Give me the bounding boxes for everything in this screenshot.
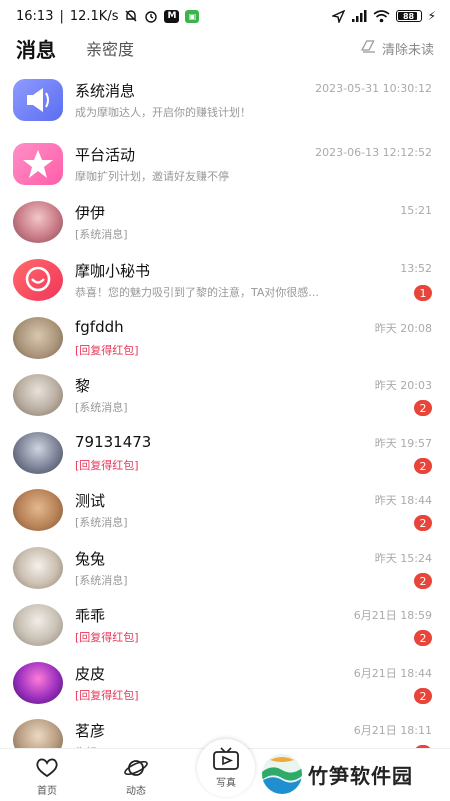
status-right: 88 ⚡: [331, 9, 436, 23]
clock: 16:13: [16, 8, 54, 24]
eraser-icon: [361, 39, 377, 57]
user-avatar: [13, 374, 63, 416]
nav-home-label: 首页: [37, 786, 57, 797]
conversation-time: 6月21日 18:59: [353, 609, 432, 622]
tv-play-icon: [213, 747, 239, 770]
nav-moments-label: 动态: [126, 786, 146, 797]
unread-badge: 2: [414, 573, 432, 589]
conversation-name: 伊伊: [75, 204, 106, 222]
conversation-name: 乖乖: [75, 607, 106, 625]
user-avatar: [13, 604, 63, 646]
wifi-icon: [373, 9, 390, 23]
conversation-time: 6月21日 18:11: [353, 724, 432, 737]
conversation-name: fgfddh: [75, 318, 124, 336]
conversation-row[interactable]: 测试 [系统消息] 昨天 18:44 2: [0, 482, 450, 539]
conversation-name: 兔兔: [75, 550, 106, 568]
conversation-row[interactable]: 黎 [系统消息] 昨天 20:03 2: [0, 367, 450, 424]
conversation-preview: [系统消息]: [75, 228, 128, 241]
conversation-time: 15:21: [400, 204, 432, 217]
conversation-name: 摩咖小秘书: [75, 262, 151, 280]
clear-unread-button[interactable]: 清除未读: [361, 39, 434, 58]
status-bar: 16:13 | 12.1K/s M ▣ 88 ⚡: [0, 0, 450, 32]
chat-bubble-icon: [13, 259, 63, 301]
conversation-name: 平台活动: [75, 146, 136, 164]
conversation-time: 昨天 18:44: [374, 494, 432, 507]
unread-badge: 2: [414, 458, 432, 474]
conversation-preview: [系统消息]: [75, 574, 128, 587]
nav-moments[interactable]: 动态: [106, 749, 166, 801]
clear-unread-label: 清除未读: [381, 42, 434, 58]
planet-icon: [124, 760, 148, 776]
charging-icon: ⚡: [427, 9, 436, 23]
conversation-row[interactable]: 伊伊 [系统消息] 15:21: [0, 194, 450, 251]
conversation-time: 2023-06-13 12:12:52: [315, 146, 432, 159]
conversation-row[interactable]: 乖乖 [回复得红包] 6月21日 18:59 2: [0, 597, 450, 654]
conversation-name: 黎: [75, 377, 91, 395]
conversation-time: 昨天 19:57: [374, 437, 432, 450]
conversation-time: 13:52: [400, 262, 432, 275]
user-avatar: [13, 547, 63, 589]
heart-bubble-icon: [36, 758, 58, 778]
user-avatar: [13, 317, 63, 359]
bell-muted-icon: [124, 9, 138, 23]
watermark-text: 竹笋软件园: [308, 763, 413, 788]
network-speed: 12.1K/s: [69, 8, 119, 24]
alarm-icon: [144, 9, 158, 23]
conversation-time: 昨天 20:08: [374, 322, 432, 335]
separator: |: [59, 8, 64, 24]
conversation-name: 茗彦: [75, 722, 106, 740]
nav-home[interactable]: 首页: [17, 749, 77, 801]
conversation-time: 6月21日 18:44: [353, 667, 432, 680]
header-tabs: 消息 亲密度 清除未读: [0, 32, 450, 64]
status-left: 16:13 | 12.1K/s M ▣: [16, 8, 200, 24]
unread-badge: 2: [414, 630, 432, 646]
conversation-row[interactable]: 79131473 [回复得红包] 昨天 19:57 2: [0, 425, 450, 482]
tab-messages[interactable]: 消息: [16, 34, 56, 63]
conversation-name: 79131473: [75, 433, 152, 451]
speaker-icon: [13, 79, 63, 121]
conversation-preview: 摩咖扩列计划，邀请好友赚不停: [75, 170, 229, 183]
unread-badge: 1: [414, 285, 432, 301]
battery-level: 88: [402, 11, 415, 21]
unread-badge: 2: [414, 688, 432, 704]
green-notification-icon: ▣: [185, 9, 200, 23]
conversation-name: 皮皮: [75, 665, 106, 683]
conversation-time: 昨天 15:24: [374, 552, 432, 565]
user-avatar: [13, 432, 63, 474]
conversation-preview: [回复得红包]: [75, 344, 139, 357]
unread-badge: 2: [414, 515, 432, 531]
conversation-row[interactable]: 兔兔 [系统消息] 昨天 15:24 2: [0, 540, 450, 597]
conversation-preview: [系统消息]: [75, 516, 128, 529]
signal-icon: [351, 9, 367, 23]
unread-badge: 2: [414, 400, 432, 416]
conversation-preview: [系统消息]: [75, 401, 128, 414]
user-avatar: [13, 662, 63, 704]
nav-photo-label: 写真: [216, 778, 236, 789]
conversation-preview: [回复得红包]: [75, 631, 139, 644]
watermark: 竹笋软件园: [262, 752, 442, 796]
user-avatar: [13, 201, 63, 243]
conversation-row[interactable]: fgfddh [回复得红包] 昨天 20:08: [0, 310, 450, 367]
user-avatar: [13, 489, 63, 531]
conversation-row[interactable]: 摩咖小秘书 恭喜！您的魅力吸引到了黎的注意，TA对你很感... 13:52 1: [0, 252, 450, 309]
conversation-time: 2023-05-31 10:30:12: [315, 82, 432, 95]
nav-photo[interactable]: 写真: [197, 739, 255, 797]
conversation-preview: 恭喜！您的魅力吸引到了黎的注意，TA对你很感...: [75, 286, 319, 299]
conversation-name: 测试: [75, 492, 106, 510]
star-icon: [13, 143, 63, 185]
battery-icon: 88: [395, 10, 422, 22]
conversation-row[interactable]: 皮皮 [回复得红包] 6月21日 18:44 2: [0, 655, 450, 712]
conversation-name: 系统消息: [75, 82, 136, 100]
location-arrow-icon: [331, 9, 345, 23]
app-notification-icon: M: [164, 9, 180, 23]
conversation-preview: [回复得红包]: [75, 459, 139, 472]
conversation-row[interactable]: 系统消息 成为摩咖达人，开启你的赚钱计划！ 2023-05-31 10:30:1…: [0, 72, 450, 129]
conversation-row[interactable]: 平台活动 摩咖扩列计划，邀请好友赚不停 2023-06-13 12:12:52: [0, 136, 450, 193]
watermark-logo-icon: [262, 754, 302, 794]
conversation-preview: [回复得红包]: [75, 689, 139, 702]
tab-intimacy[interactable]: 亲密度: [86, 36, 134, 60]
conversation-preview: 成为摩咖达人，开启你的赚钱计划！: [75, 106, 251, 119]
conversation-time: 昨天 20:03: [374, 379, 432, 392]
